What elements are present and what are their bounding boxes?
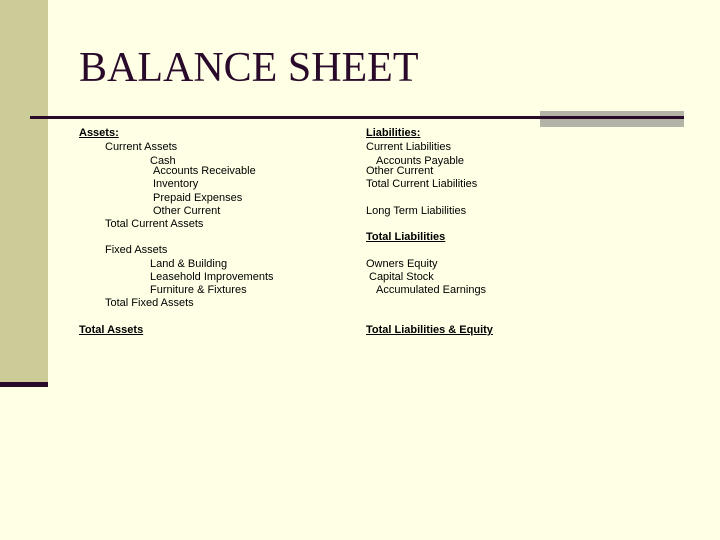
sidebar-decoration — [0, 0, 48, 382]
inventory-label: Inventory — [153, 178, 199, 190]
title-divider — [30, 116, 684, 119]
total-current-liabilities-label: Total Current Liabilities — [366, 178, 478, 190]
accounts-receivable-label: Accounts Receivable — [153, 165, 256, 177]
total-current-assets-label: Total Current Assets — [105, 218, 204, 230]
sidebar-foot-bar — [0, 382, 48, 387]
accumulated-earnings-label: Accumulated Earnings — [376, 284, 487, 296]
total-liabilities-equity-label: Total Liabilities & Equity — [366, 324, 493, 336]
prepaid-expenses-label: Prepaid Expenses — [153, 192, 243, 204]
other-current-liabilities-label: Other Current — [366, 165, 434, 177]
long-term-liabilities-label: Long Term Liabilities — [366, 205, 467, 217]
total-fixed-assets-label: Total Fixed Assets — [105, 297, 194, 309]
slide-title: BALANCE SHEET — [79, 45, 419, 91]
assets-header: Assets: — [79, 127, 119, 139]
land-building-label: Land & Building — [150, 258, 228, 270]
leasehold-improvements-label: Leasehold Improvements — [150, 271, 274, 283]
fixed-assets-label: Fixed Assets — [105, 244, 168, 256]
current-assets-label: Current Assets — [105, 141, 178, 153]
total-assets-label: Total Assets — [79, 324, 144, 336]
total-liabilities-label: Total Liabilities — [366, 231, 446, 243]
accent-bar — [540, 111, 684, 127]
capital-stock-label: Capital Stock — [369, 271, 434, 283]
liabilities-header: Liabilities: — [366, 127, 421, 139]
other-current-assets-label: Other Current — [153, 205, 221, 217]
owners-equity-label: Owners Equity — [366, 258, 438, 270]
furniture-fixtures-label: Furniture & Fixtures — [150, 284, 247, 296]
current-liabilities-label: Current Liabilities — [366, 141, 451, 153]
